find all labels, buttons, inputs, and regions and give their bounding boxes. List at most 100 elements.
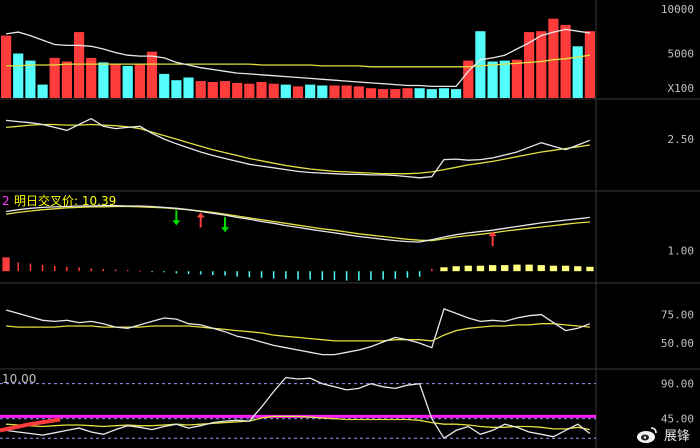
volume-bar — [426, 89, 437, 98]
volume-bar — [584, 31, 595, 99]
volume-tick-10000: 10000 — [661, 3, 694, 16]
indicator3-histogram-bar — [394, 271, 397, 279]
indicator5-tick-45: 45.00 — [661, 413, 694, 426]
volume-bar — [159, 73, 170, 98]
indicator3-histogram-bar — [248, 271, 251, 278]
volume-bar — [110, 64, 121, 98]
volume-bar — [487, 61, 498, 98]
volume-tick-unit: X100 — [668, 82, 695, 95]
indicator3-histogram-bar — [321, 271, 324, 280]
indicator3-tick-1.00: 1.00 — [668, 245, 695, 258]
volume-bar — [499, 60, 510, 98]
volume-bar — [390, 89, 401, 98]
signal-arrow-head — [172, 220, 181, 226]
indicator3-histogram-bar — [489, 265, 497, 272]
volume-bar — [378, 89, 389, 98]
indicator2-yellow-line — [6, 123, 590, 175]
indicator3-histogram-bar — [476, 265, 485, 272]
volume-bar — [219, 81, 231, 98]
volume-bar — [146, 51, 158, 98]
volume-bar — [232, 82, 243, 98]
watermark-text: 展锋 — [663, 429, 690, 444]
volume-bar — [329, 85, 340, 98]
volume-bar — [292, 86, 304, 98]
indicator3-histogram-bar — [272, 271, 275, 279]
indicator3-histogram-bar — [513, 264, 521, 272]
indicator3-histogram-bar — [175, 271, 178, 274]
volume-bar — [365, 88, 377, 98]
indicator3-histogram-bar — [29, 263, 32, 272]
indicator3-histogram-bar — [41, 264, 44, 272]
volume-bar — [414, 88, 425, 98]
indicator3-histogram-bar — [440, 267, 448, 272]
volume-bar — [317, 85, 328, 98]
indicator3-histogram-bar — [549, 265, 558, 272]
indicator4-yellow-line — [6, 323, 590, 342]
indicator3-histogram-bar — [406, 271, 409, 278]
indicator3-yellow-line — [6, 205, 590, 242]
indicator3-histogram-bar — [114, 269, 117, 272]
indicator3-histogram-bar — [297, 271, 299, 280]
indicator3-histogram-bar — [358, 271, 360, 281]
indicator3-histogram-bar — [464, 265, 472, 272]
volume-bar — [61, 61, 72, 98]
volume-bar — [122, 65, 133, 98]
indicator3-histogram-bar — [382, 271, 384, 280]
indicator4-tick-50: 50.00 — [661, 337, 694, 350]
indicator5-tick-90: 90.00 — [661, 378, 694, 391]
volume-bar — [511, 59, 522, 98]
indicator3-histogram-bar — [309, 271, 311, 280]
indicator3-histogram-bar — [151, 271, 153, 273]
indicator3-histogram-bar — [90, 268, 92, 272]
volume-bar — [402, 88, 413, 98]
indicator3-white-line — [6, 204, 590, 243]
volume-bar — [451, 89, 462, 98]
volume-bar — [183, 77, 194, 98]
volume-bar — [353, 86, 364, 98]
indicator3-histogram-bar — [54, 265, 56, 272]
indicator3-histogram-bar — [574, 266, 582, 272]
indicator3-histogram-bar — [525, 264, 533, 272]
volume-bar — [1, 35, 12, 98]
volume-bar — [74, 32, 85, 98]
volume-bar — [438, 88, 450, 98]
indicator3-histogram-bar — [418, 271, 421, 277]
indicator3-histogram-bar — [17, 262, 19, 272]
indicator3-caption: 明日交叉价: 10.39 — [14, 193, 116, 208]
volume-bar — [98, 62, 109, 98]
indicator3-histogram-bar — [102, 269, 105, 272]
indicator3-histogram-bar — [163, 271, 165, 273]
volume-bar — [25, 60, 36, 98]
watermark: 展锋 — [636, 425, 690, 444]
indicator5-yellow-line — [6, 415, 591, 431]
indicator3-histogram-bar — [78, 267, 80, 272]
indicator3-histogram-bar — [586, 266, 594, 272]
volume-bar — [268, 83, 279, 98]
volume-bar — [524, 32, 535, 98]
indicator2-white-line — [6, 117, 591, 179]
indicator4-white-line — [5, 308, 591, 356]
indicator3-histogram-bar — [345, 271, 348, 281]
indicator2-tick-2.50: 2.50 — [668, 133, 695, 146]
signal-arrow-head — [221, 227, 230, 233]
volume-bar — [49, 57, 60, 98]
indicator3-caption-prefix: 2 — [2, 194, 10, 208]
volume-bar — [305, 84, 316, 98]
volume-bar — [341, 85, 352, 98]
volume-bar — [536, 31, 547, 99]
volume-bar — [548, 18, 559, 99]
indicator4-tick-75: 75.00 — [661, 309, 694, 322]
indicator3-histogram-bar — [501, 265, 509, 272]
volume-bar — [256, 82, 267, 98]
volume-bar — [37, 84, 48, 98]
indicator3-histogram-bar — [127, 270, 129, 272]
indicator3-histogram-bar — [260, 271, 263, 278]
volume-bar — [195, 81, 206, 98]
indicator3-histogram-bar — [199, 271, 202, 275]
volume-bar — [572, 46, 583, 98]
indicator3-histogram-bar — [187, 271, 190, 274]
indicator3-histogram-bar — [139, 270, 141, 272]
indicator3-histogram-bar — [212, 271, 214, 276]
signal-arrow-head — [196, 212, 205, 218]
weibo-logo-icon — [636, 426, 657, 443]
